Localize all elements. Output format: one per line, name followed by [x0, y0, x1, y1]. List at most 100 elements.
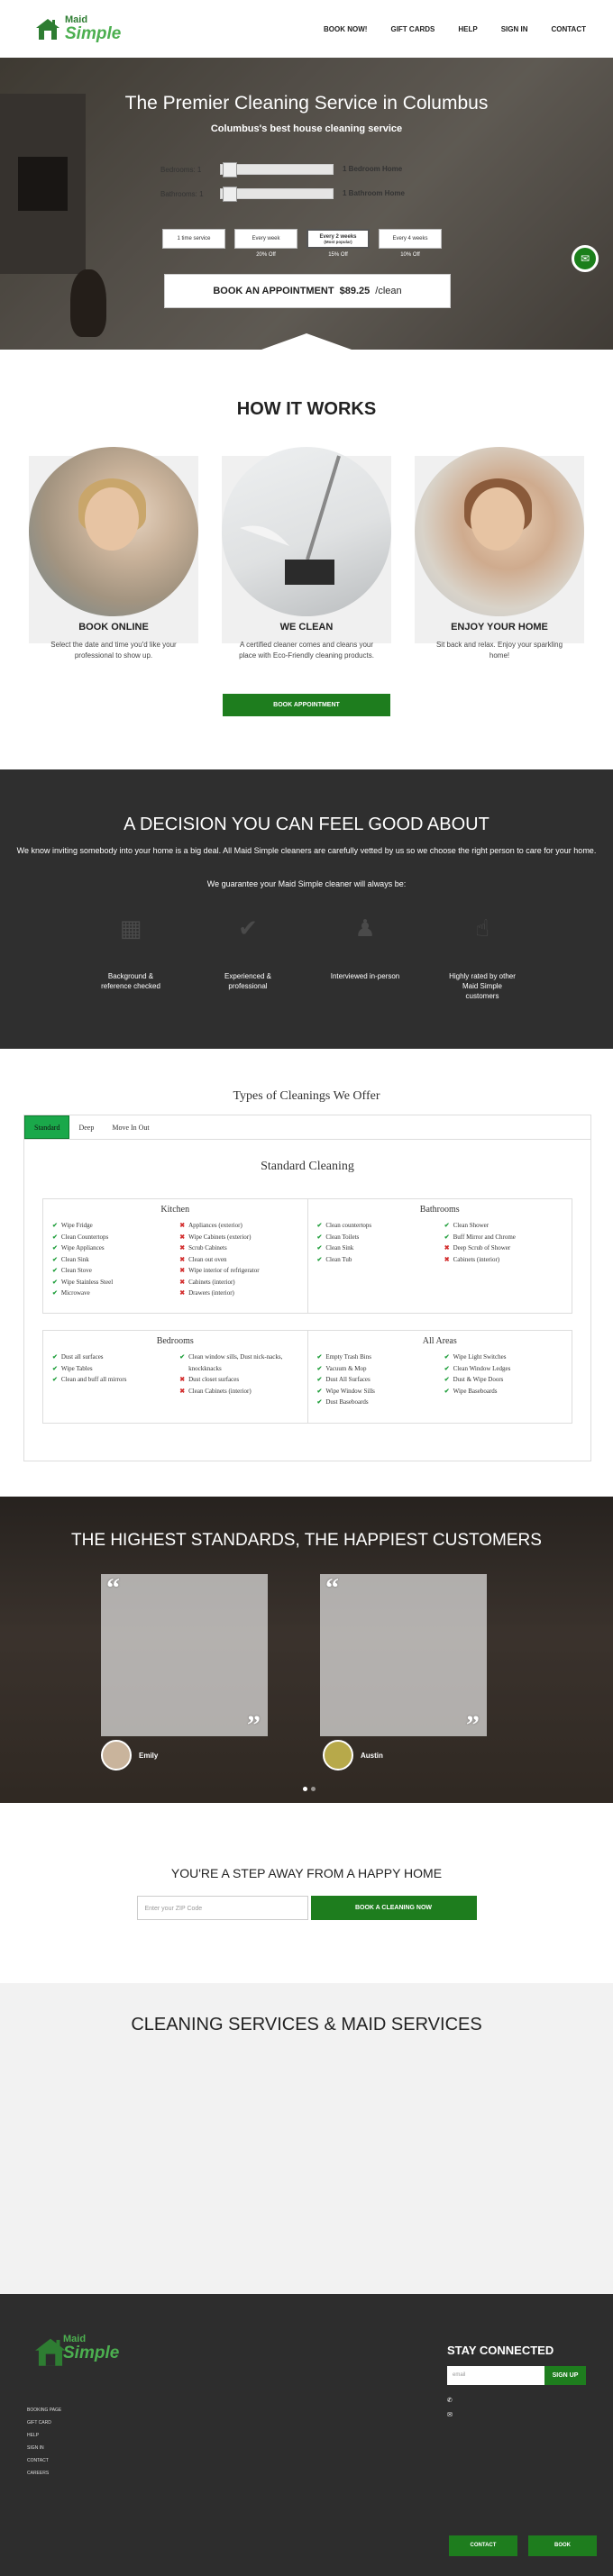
nav-gift-cards[interactable]: GIFT CARDS: [390, 25, 435, 33]
nav-book-now[interactable]: BOOK NOW!: [324, 25, 367, 33]
bedrooms-label: Bedrooms: 1: [160, 165, 202, 174]
frequency-one-time[interactable]: 1 time service: [162, 229, 225, 249]
footer-link-help[interactable]: HELP: [27, 2429, 61, 2442]
signup-button[interactable]: SIGN UP: [544, 2366, 586, 2385]
book-appointment-button[interactable]: BOOK AN APPOINTMENT $89.25/clean: [164, 274, 451, 308]
checklist-item-label: Vacuum & Mop: [325, 1364, 367, 1372]
checklist-item: ✔ Clean Countertops: [52, 1232, 170, 1243]
newsletter-email-input[interactable]: email: [447, 2366, 544, 2385]
footer-links: BOOKING PAGE GIFT CARD HELP SIGN IN CONT…: [27, 2404, 61, 2480]
bedrooms-slider-handle[interactable]: [223, 162, 237, 177]
checklist-item: ✖ Dust closet surfaces: [179, 1374, 297, 1386]
footer-link-sign-in[interactable]: SIGN IN: [27, 2442, 61, 2454]
checklist-item: ✔ Wipe Baseboards: [444, 1386, 563, 1397]
checkmark-icon: ✔: [52, 1222, 58, 1229]
checklist-item-label: Deep Scrub of Shower: [453, 1244, 511, 1252]
frequency-every-2-weeks[interactable]: Every 2 weeks (Most popular): [306, 229, 370, 249]
frequency-sub: (Most popular): [324, 239, 352, 244]
checklist-item-label: Dust & Wipe Doors: [453, 1376, 504, 1383]
footer-logo[interactable]: Maid Simple: [32, 2335, 119, 2366]
checkmark-icon: ✔: [444, 1233, 450, 1241]
footer-link-contact[interactable]: CONTACT: [27, 2454, 61, 2467]
tab-deep[interactable]: Deep: [69, 1115, 103, 1139]
checkmark-icon: ✔: [316, 1222, 323, 1229]
cross-icon: ✖: [179, 1289, 186, 1297]
testimonials-title: THE HIGHEST STANDARDS, THE HAPPIEST CUST…: [71, 1531, 542, 1550]
checkmark-icon: ✔: [316, 1387, 323, 1395]
bedrooms-column: Bedrooms ✔ Dust all surfaces ✔ Wipe Tables ✔…: [43, 1331, 308, 1423]
author-name: Austin: [361, 1751, 383, 1760]
carousel-dot[interactable]: [311, 1787, 316, 1791]
checklist-item: ✖ Wipe interior of refrigerator: [179, 1265, 297, 1277]
checklist-item: ✖ Appliances (exterior): [179, 1220, 297, 1232]
bedrooms-slider[interactable]: [220, 162, 334, 177]
all-areas-title: All Areas: [422, 1336, 457, 1346]
close-quote-icon: ”: [466, 1709, 480, 1740]
footer-link-booking[interactable]: BOOKING PAGE: [27, 2404, 61, 2417]
chat-button[interactable]: ✉: [572, 245, 599, 272]
cross-icon: ✖: [179, 1278, 186, 1286]
all-areas-column: All Areas ✔ Empty Trash Bins ✔ Vacuum & Mop…: [308, 1331, 572, 1423]
checklist-item-label: Clean Sink: [60, 1255, 89, 1263]
bathrooms-slider-handle[interactable]: [223, 187, 237, 202]
testimonials-section: THE HIGHEST STANDARDS, THE HAPPIEST CUST…: [0, 1497, 613, 1803]
checklist-item-label: Cabinets (interior): [188, 1278, 235, 1286]
cleaning-types-panel: Standard Deep Move In Out Standard Clean…: [23, 1115, 591, 1461]
interview-people-icon: ♟: [354, 915, 376, 942]
zip-code-input[interactable]: Enter your ZIP Code: [136, 1896, 308, 1920]
footer-link-careers[interactable]: CAREERS: [27, 2467, 61, 2480]
checklist-item-label: Wipe interior of refrigerator: [188, 1267, 260, 1274]
footer-book-button[interactable]: BOOK: [528, 2535, 597, 2556]
checkmark-icon: ✔: [52, 1267, 58, 1274]
checklist-item: ✔ Microwave: [52, 1288, 170, 1299]
checklist-item-label: Clean Toilets: [325, 1233, 360, 1241]
checklist-item-label: Dust All Surfaces: [325, 1376, 371, 1383]
checklist-item: ✔ Wipe Fridge: [52, 1220, 170, 1232]
footer-link-gift-card[interactable]: GIFT CARD: [27, 2417, 61, 2429]
checklist-item: ✖ Cabinets (interior): [444, 1254, 563, 1266]
nav-sign-in[interactable]: SIGN IN: [501, 25, 528, 33]
woman-laptop-photo: [29, 447, 198, 616]
how-it-works-title: HOW IT WORKS: [236, 399, 377, 419]
nav-help[interactable]: HELP: [458, 25, 477, 33]
cleaning-heading: Standard Cleaning: [261, 1160, 354, 1173]
tab-standard[interactable]: Standard: [24, 1115, 70, 1139]
checklist-item: ✔ Dust Baseboards: [317, 1397, 435, 1408]
footer-contact-button[interactable]: CONTACT: [449, 2535, 517, 2556]
frequency-every-4-weeks[interactable]: Every 4 weeks: [379, 229, 442, 249]
testimonial-author: Austin: [323, 1740, 383, 1770]
chat-bubble-icon: ✉: [580, 252, 590, 265]
frequency-options: 1 time service Every week 20% Off Every 2…: [162, 229, 442, 258]
checklist-item: ✔ Vacuum & Mop: [317, 1363, 435, 1375]
testimonial-card: “ ”: [320, 1573, 487, 1740]
author-name: Emily: [139, 1751, 159, 1760]
carousel-dot[interactable]: [303, 1787, 307, 1791]
checklist-item-label: Wipe Appliances: [60, 1244, 105, 1252]
book-appointment-button-secondary[interactable]: BOOK APPOINTMENT: [223, 694, 390, 716]
cross-icon: ✖: [444, 1255, 450, 1263]
step-title: BOOK ONLINE: [78, 622, 149, 633]
maid-simple-logo[interactable]: Maid Simple: [34, 15, 121, 42]
tab-move-in-out[interactable]: Move In Out: [103, 1115, 158, 1139]
checklist-item: ✔ Buff Mirror and Chrome: [444, 1232, 563, 1243]
kitchen-column: Kitchen ✔ Wipe Fridge ✔ Clean Countertops ✔ W…: [43, 1199, 308, 1313]
frequency-every-week[interactable]: Every week: [234, 229, 297, 249]
bathrooms-row: Bathrooms: 1 1 Bathroom Home: [160, 187, 451, 202]
cross-icon: ✖: [179, 1222, 186, 1229]
nav-contact[interactable]: CONTACT: [551, 25, 586, 33]
cross-icon: ✖: [179, 1376, 186, 1383]
checklist-item: ✔ Clean and buff all mirrors: [52, 1374, 170, 1386]
decision-section: A DECISION YOU CAN FEEL GOOD ABOUT We kn…: [0, 769, 613, 1049]
id-card-icon: ▦: [119, 915, 142, 942]
zip-cta-section: YOU'RE A STEP AWAY FROM A HAPPY HOME Ent…: [0, 1803, 613, 1983]
services-title: CLEANING SERVICES & MAID SERVICES: [131, 2015, 482, 2034]
step-title: ENJOY YOUR HOME: [451, 622, 548, 633]
step-text: A certified cleaner comes and cleans you…: [239, 641, 374, 660]
checklist-item-label: Clean Sink: [325, 1244, 354, 1252]
book-cleaning-now-button[interactable]: BOOK A CLEANING NOW: [310, 1896, 477, 1920]
checkmark-icon: ✔: [52, 1244, 58, 1252]
checklist-top-group: Kitchen ✔ Wipe Fridge ✔ Clean Countertops ✔ W…: [42, 1198, 572, 1314]
bathrooms-slider[interactable]: [220, 187, 334, 202]
avatar: [101, 1740, 132, 1770]
checkmark-icon: ✔: [316, 1233, 323, 1241]
